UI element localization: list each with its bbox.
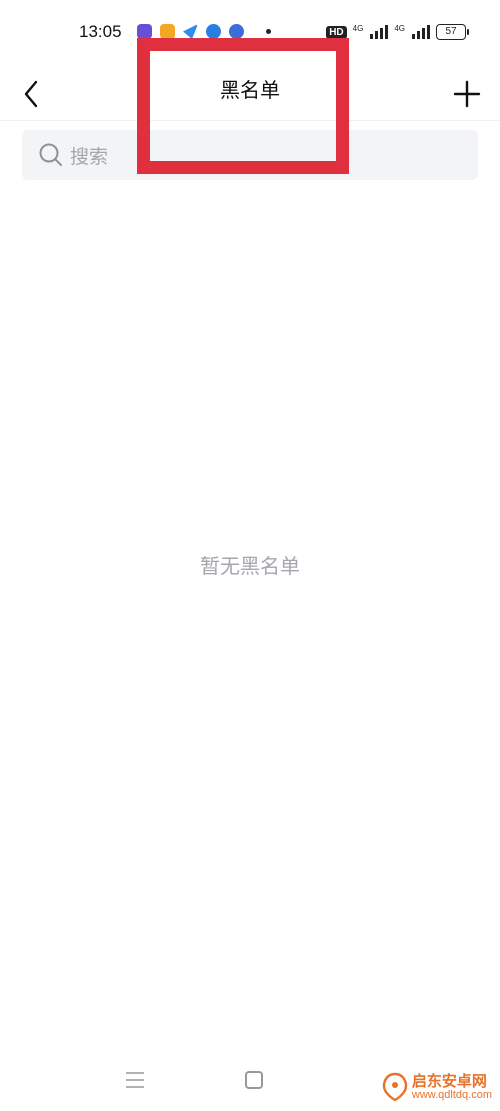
empty-state-message: 暂无黑名单	[200, 554, 300, 578]
blacklist-screen: 13:05 HD 4G 4G 57 黑名单 搜索 暂无黑名单 启东安卓网 www…	[0, 0, 500, 1111]
signal-2-icon	[412, 25, 430, 39]
status-time: 13:05	[79, 22, 122, 41]
signal-1-label: 4G	[352, 24, 364, 33]
plus-icon	[453, 80, 481, 108]
search-placeholder: 搜索	[70, 145, 109, 168]
paw-notification-icon	[229, 24, 244, 39]
hd-badge: HD	[326, 25, 347, 39]
home-square-icon[interactable]	[245, 1071, 263, 1089]
watermark-text: 启东安卓网 www.qdltdq.com	[412, 1073, 492, 1102]
paper-plane-notification-icon	[183, 24, 198, 39]
search-icon	[39, 143, 62, 166]
watermark: 启东安卓网 www.qdltdq.com	[382, 1072, 492, 1102]
app-notification-icon-2	[206, 24, 221, 39]
add-button[interactable]	[452, 72, 482, 112]
watermark-url: www.qdltdq.com	[411, 1088, 492, 1101]
app-notification-icon	[137, 24, 152, 39]
notification-icons	[137, 24, 271, 39]
watermark-logo-icon	[382, 1072, 408, 1102]
highlight-annotation	[137, 38, 349, 174]
battery-icon: 57	[436, 24, 469, 40]
weibo-notification-icon	[160, 24, 175, 39]
signal-1-icon	[370, 25, 389, 39]
signal-2-label: 4G	[394, 24, 405, 33]
more-notifications-dot	[266, 29, 271, 34]
menu-icon[interactable]	[124, 1070, 146, 1090]
watermark-title: 启东安卓网	[411, 1071, 487, 1090]
